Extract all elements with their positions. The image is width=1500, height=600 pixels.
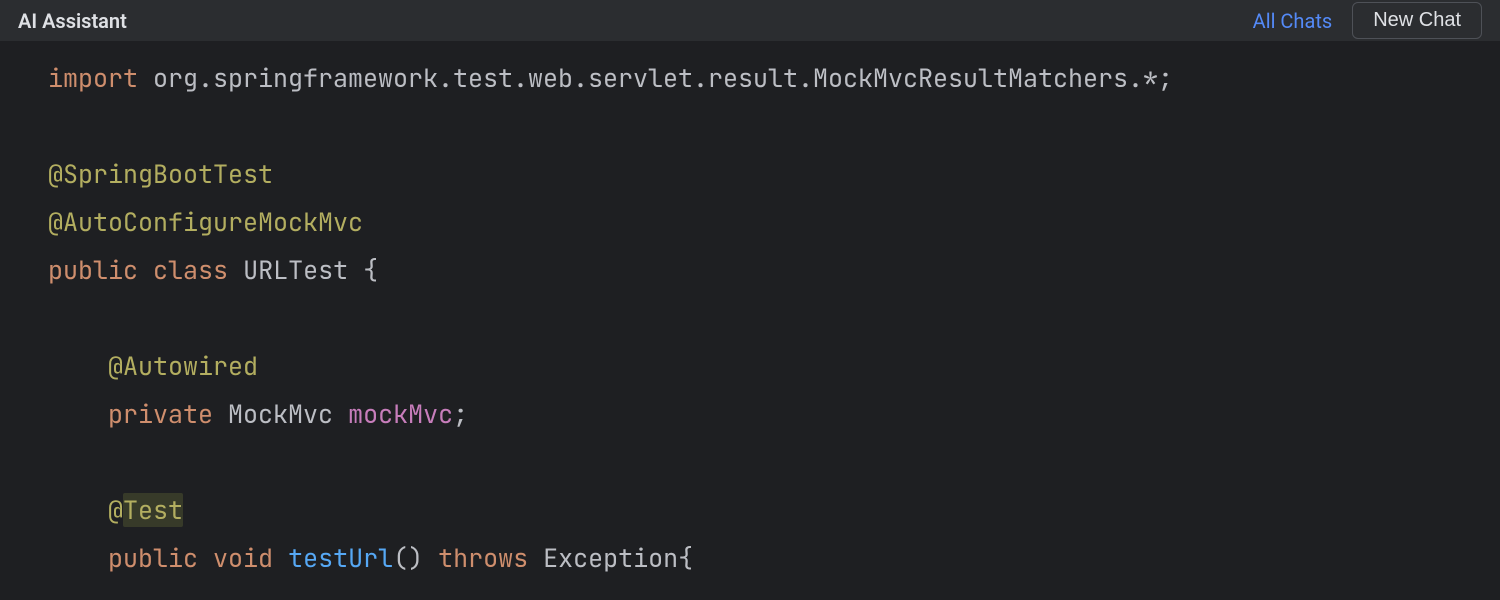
header-actions: All Chats New Chat bbox=[1253, 2, 1482, 39]
brace-open: { bbox=[348, 253, 378, 287]
keyword-public: public bbox=[48, 253, 138, 287]
parentheses: () bbox=[393, 541, 423, 575]
indent bbox=[48, 349, 108, 383]
keyword-class: class bbox=[153, 253, 228, 287]
code-block[interactable]: import org.springframework.test.web.serv… bbox=[34, 42, 1500, 600]
all-chats-link[interactable]: All Chats bbox=[1253, 9, 1333, 33]
ai-assistant-header: AI Assistant All Chats New Chat bbox=[0, 0, 1500, 42]
panel-title: AI Assistant bbox=[18, 9, 127, 33]
keyword-void: void bbox=[213, 541, 273, 575]
class-name: URLTest bbox=[243, 253, 348, 287]
field-mockmvc: mockMvc bbox=[348, 397, 453, 431]
brace-open: { bbox=[678, 541, 693, 575]
keyword-import: import bbox=[48, 61, 138, 95]
semicolon: ; bbox=[453, 397, 468, 431]
keyword-throws: throws bbox=[438, 541, 528, 575]
type-mockmvc: MockMvc bbox=[228, 397, 333, 431]
annotation-test-at: @ bbox=[108, 493, 123, 527]
gutter bbox=[0, 42, 34, 600]
indent bbox=[48, 493, 108, 527]
indent bbox=[48, 541, 108, 575]
annotation-test: Test bbox=[123, 493, 183, 527]
indent bbox=[48, 397, 108, 431]
keyword-private: private bbox=[108, 397, 213, 431]
new-chat-button[interactable]: New Chat bbox=[1352, 2, 1482, 39]
annotation-autoconfiguremockmvc: @AutoConfigureMockMvc bbox=[48, 205, 363, 239]
annotation-autowired: @Autowired bbox=[108, 349, 258, 383]
annotation-springboottest: @SpringBootTest bbox=[48, 157, 273, 191]
import-path: org.springframework.test.web.servlet.res… bbox=[138, 61, 1173, 95]
method-testurl: testUrl bbox=[288, 541, 393, 575]
keyword-public: public bbox=[108, 541, 198, 575]
type-exception: Exception bbox=[543, 541, 678, 575]
content-area: import org.springframework.test.web.serv… bbox=[0, 42, 1500, 600]
